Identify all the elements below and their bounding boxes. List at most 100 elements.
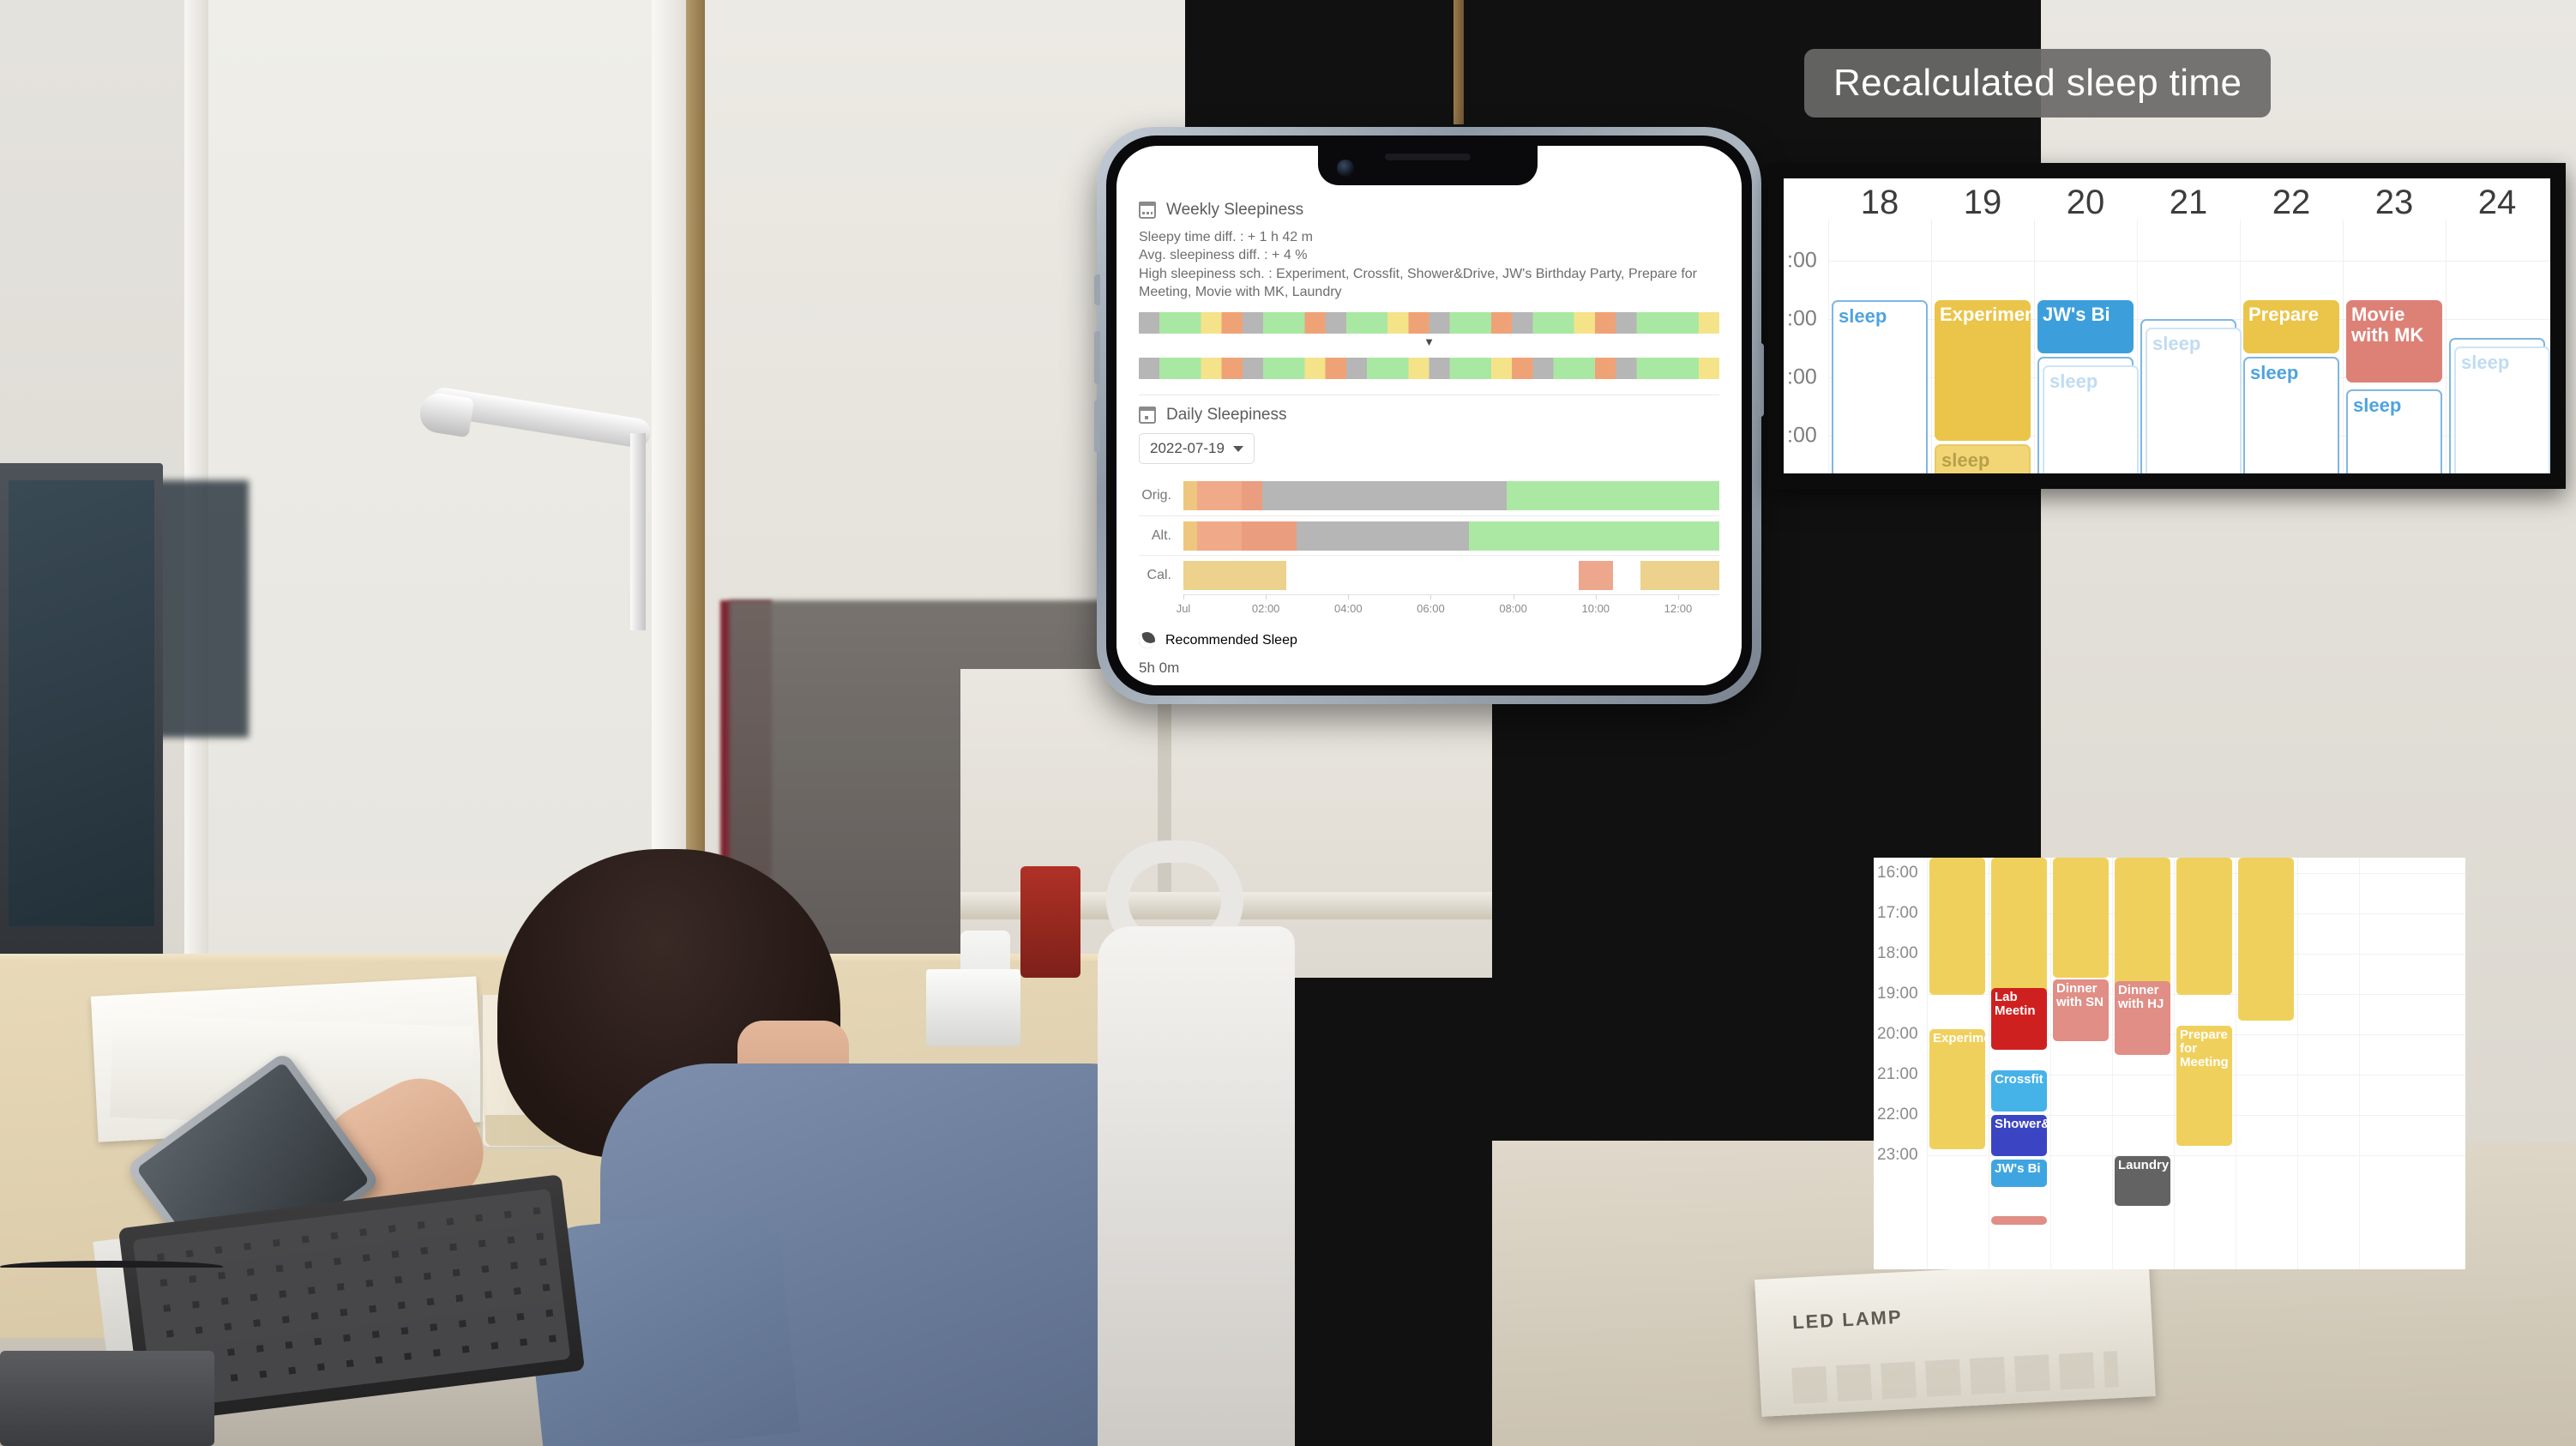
mini-calendar-hour-label: 22:00 <box>1877 1106 1918 1124</box>
chart-row-alt: Alt. <box>1139 515 1719 555</box>
mini-calendar-event[interactable]: Dinner with HJ <box>2115 981 2170 1055</box>
daily-sleepiness-chart: Orig. Alt. Cal. Jul 02:00 04:00 06:00 08:00 1… <box>1139 476 1719 617</box>
mini-calendar-day-line <box>2050 858 2051 1269</box>
calendar-icon <box>1139 202 1156 219</box>
phone-volume-down-button[interactable] <box>1094 400 1100 453</box>
calendar-event[interactable]: sleep <box>2346 389 2442 473</box>
chart-segment <box>1183 560 1287 590</box>
phone-silent-switch[interactable] <box>1094 274 1100 305</box>
ceiling-rod <box>1454 0 1464 124</box>
chart-segment <box>1640 560 1719 590</box>
calendar-event[interactable]: sleep <box>1935 444 2031 473</box>
mini-calendar-hour-label: 20:00 <box>1877 1025 1918 1043</box>
zoom-overlay-content: :00:00:00:00:00:00:00:00:000:00:00:00181… <box>1784 178 2550 473</box>
chart-segment <box>1242 481 1263 511</box>
calendar-day-line <box>2446 220 2447 473</box>
red-container <box>1020 866 1080 978</box>
calendar-day-number: 20 <box>2066 184 2105 221</box>
chart-segment <box>1242 521 1297 551</box>
axis-tick <box>1183 595 1184 600</box>
mini-calendar-event[interactable] <box>2238 858 2294 1021</box>
calendar-hour-label: :00 <box>1787 306 1817 331</box>
daily-sleepiness-title: Daily Sleepiness <box>1166 406 1287 425</box>
mini-calendar-hour-label: 19:00 <box>1877 985 1918 1003</box>
recommended-sleep-title: Recommended Sleep <box>1165 632 1297 648</box>
laptop <box>0 1351 214 1446</box>
chart-track-alt <box>1183 521 1719 551</box>
zoom-overlay-calendar: :00:00:00:00:00:00:00:00:000:00:00:00181… <box>1768 163 2566 489</box>
earpiece-speaker <box>1385 154 1471 160</box>
mini-calendar-day-line <box>1927 858 1928 1269</box>
calendar-day-number: 18 <box>1860 184 1899 221</box>
calendar-event[interactable]: sleep <box>2043 365 2139 473</box>
calendar-event[interactable]: sleep <box>1832 300 1928 473</box>
phone-volume-up-button[interactable] <box>1094 331 1100 384</box>
mini-calendar-event[interactable] <box>1929 858 1985 995</box>
weekly-sleepiness-bar-original <box>1139 312 1719 334</box>
mini-calendar-event[interactable]: Prepare for Meeting <box>2176 1026 2232 1146</box>
calendar-day-number: 19 <box>1963 184 2002 221</box>
mini-calendar-day-line <box>2112 858 2113 1269</box>
recommended-sleep-range: (7/19 03:30 ~ 7/19 08:30) <box>1139 681 1719 685</box>
weekly-sleepiness-header: Weekly Sleepiness <box>1139 201 1719 220</box>
axis-tick <box>1595 595 1597 600</box>
mini-calendar-event[interactable]: Laundry <box>2115 1156 2170 1206</box>
calendar-hour-line <box>1828 261 2550 262</box>
calendar-event[interactable]: Movie with MK <box>2346 300 2442 383</box>
phone-power-button[interactable] <box>1758 343 1764 417</box>
daily-sleepiness-header: Daily Sleepiness <box>1139 406 1719 425</box>
chart-segment <box>1506 481 1719 511</box>
white-box <box>926 969 1020 1046</box>
calendar-day-line <box>2343 220 2344 473</box>
chart-segment <box>1183 521 1198 551</box>
chart-track-cal <box>1183 560 1719 590</box>
recommended-sleep-header: Recommended Sleep <box>1135 629 1719 652</box>
sleep-app: Weekly Sleepiness Sleepy time diff. : + … <box>1116 185 1742 685</box>
calendar-day-number: 24 <box>2477 184 2517 221</box>
date-picker[interactable]: 2022-07-19 <box>1139 433 1255 465</box>
axis-tick-label: 10:00 <box>1581 602 1610 616</box>
chart-segment <box>1262 481 1507 511</box>
axis-tick-label: Jul <box>1176 602 1191 616</box>
calendar-event[interactable]: JW's Bi <box>2037 300 2134 353</box>
chart-x-axis: Jul 02:00 04:00 06:00 08:00 10:00 12:00 <box>1177 594 1719 617</box>
calendar-day-number: 23 <box>2374 184 2414 221</box>
mini-calendar-event[interactable] <box>2176 858 2232 995</box>
calendar-event[interactable]: sleep <box>2454 346 2550 473</box>
chart-segment <box>1197 521 1243 551</box>
mini-calendar-event[interactable] <box>2053 858 2109 978</box>
mini-calendar-hour-label: 21:00 <box>1877 1065 1918 1083</box>
mini-calendar-event[interactable] <box>1991 858 2047 995</box>
mini-calendar-event[interactable]: Dinner with SN <box>2053 979 2109 1041</box>
calendar-hour-label: :00 <box>1787 423 1817 448</box>
chair-back <box>1098 926 1295 1446</box>
mini-calendar-event[interactable]: Shower&Drive <box>1991 1115 2047 1156</box>
phone-screen: Weekly Sleepiness Sleepy time diff. : + … <box>1116 146 1742 685</box>
calendar-event[interactable]: sleep <box>2243 357 2339 473</box>
mini-calendar-day-line <box>2174 858 2175 1269</box>
mini-calendar-event[interactable]: JW's Bi <box>1991 1160 2047 1187</box>
calendar-hour-label: :00 <box>1787 365 1817 389</box>
calendar-event[interactable]: Prepare <box>2243 300 2339 353</box>
calendar-event[interactable]: sleep <box>2146 328 2242 473</box>
mini-calendar-event[interactable] <box>1991 1216 2047 1225</box>
mini-calendar-event[interactable] <box>2115 858 2170 995</box>
chart-row-label-alt: Alt. <box>1151 527 1171 543</box>
date-picker-value: 2022-07-19 <box>1150 440 1225 457</box>
chart-row-cal: Cal. <box>1139 555 1719 594</box>
weekly-stat-avg-sleepiness: Avg. sleepiness diff. : + 4 % <box>1139 248 1308 263</box>
calendar-day-line <box>2034 220 2035 473</box>
mini-calendar-event[interactable]: Experiment <box>1929 1029 1985 1149</box>
axis-tick <box>1266 595 1267 600</box>
chevron-down-icon: ▼ <box>1423 335 1435 349</box>
axis-tick-label: 08:00 <box>1499 602 1527 616</box>
mini-calendar-event[interactable]: Lab Meetin <box>1991 988 2047 1050</box>
chart-segment <box>1468 521 1719 551</box>
calendar-event[interactable]: Experiment <box>1935 300 2031 441</box>
mini-calendar[interactable]: 16:00 17:00 18:00 19:00 20:00 21:00 22:00 23:00… <box>1874 858 2465 1269</box>
calendar-day-line <box>1828 220 1829 473</box>
caption-banner: Recalculated sleep time <box>1804 49 2272 117</box>
mini-calendar-hour-label: 17:00 <box>1877 904 1918 922</box>
mini-calendar-event[interactable]: Crossfit <box>1991 1070 2047 1112</box>
chart-segment <box>1578 560 1613 590</box>
